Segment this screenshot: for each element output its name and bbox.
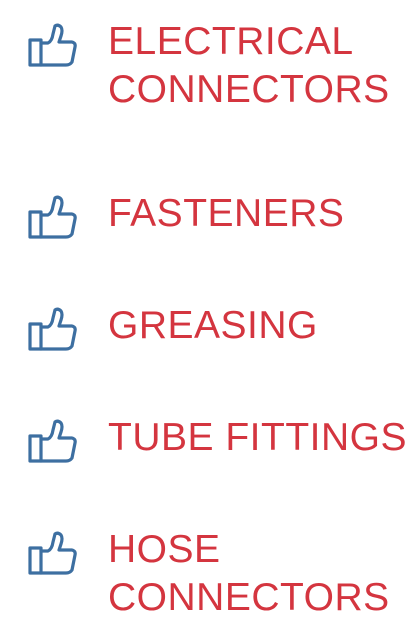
thumbs-up-icon [28, 194, 78, 240]
category-hose-connectors[interactable]: HOSE CONNECTORS [28, 526, 390, 622]
category-greasing[interactable]: GREASING [28, 302, 318, 352]
thumbs-up-icon [28, 418, 78, 464]
thumbs-up-icon [28, 306, 78, 352]
category-fasteners[interactable]: FASTENERS [28, 190, 344, 240]
thumbs-up-icon [28, 22, 78, 68]
category-list: ELECTRICAL CONNECTORS FASTENERS GREASING [0, 0, 417, 628]
category-label: HOSE CONNECTORS [108, 528, 390, 619]
category-label: ELECTRICAL CONNECTORS [108, 20, 390, 111]
category-tube-fittings[interactable]: TUBE FITTINGS [28, 414, 407, 464]
category-label: FASTENERS [108, 192, 345, 235]
category-label: GREASING [108, 304, 318, 347]
category-label: TUBE FITTINGS [108, 416, 407, 459]
thumbs-up-icon [28, 530, 78, 576]
category-electrical-connectors[interactable]: ELECTRICAL CONNECTORS [28, 18, 390, 114]
